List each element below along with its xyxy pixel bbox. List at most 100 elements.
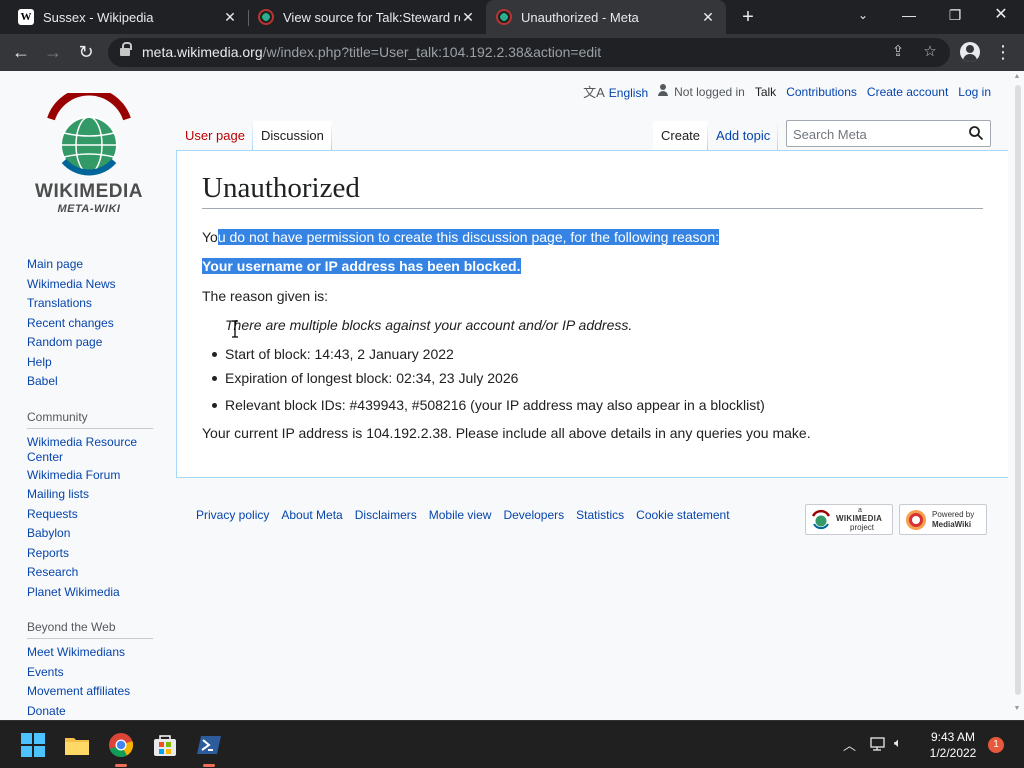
footer-cookie-statement[interactable]: Cookie statement	[636, 508, 729, 522]
clock-date: 1/2/2022	[929, 746, 977, 760]
sidebar-item-babel[interactable]: Babel	[27, 374, 167, 394]
reason-label: The reason given is:	[202, 288, 329, 304]
search-input[interactable]	[793, 125, 963, 143]
wikimedia-logo-icon	[811, 509, 831, 530]
personal-tools: 文A English Not logged in Talk Contributio…	[573, 82, 991, 101]
sidebar-item-movement-affiliates[interactable]: Movement affiliates	[27, 684, 167, 704]
permission-message: You do not have permission to create thi…	[202, 229, 720, 245]
sidebar-item-translations[interactable]: Translations	[27, 296, 167, 316]
reload-icon[interactable]: ↻	[73, 39, 99, 65]
terminal-taskbar-button[interactable]	[194, 730, 224, 767]
log-in-link[interactable]: Log in	[958, 85, 991, 99]
sidebar-item-resource-center[interactable]: Wikimedia Resource Center	[27, 435, 167, 468]
sidebar-item-help[interactable]: Help	[27, 355, 167, 375]
scroll-down-arrow-icon[interactable]: ▼	[1012, 705, 1022, 715]
tab-title: Unauthorized - Meta	[521, 9, 639, 25]
language-selector[interactable]: 文A English	[583, 82, 648, 101]
tab-create[interactable]: Create	[653, 121, 709, 151]
sidebar-item-random-page[interactable]: Random page	[27, 335, 167, 355]
chrome-icon	[109, 733, 134, 758]
contributions-link[interactable]: Contributions	[786, 85, 857, 99]
tab-search-chevron-icon[interactable]: ⌄	[840, 0, 886, 34]
sidebar-item-events[interactable]: Events	[27, 665, 167, 685]
sidebar-item-meet-wikimedians[interactable]: Meet Wikimedians	[27, 645, 167, 665]
sidebar-item-research[interactable]: Research	[27, 565, 167, 585]
forward-arrow-icon[interactable]: →	[40, 39, 66, 65]
footer-privacy-policy[interactable]: Privacy policy	[196, 508, 269, 522]
system-clock[interactable]: 9:43 AM 1/2/2022	[918, 729, 988, 761]
lock-icon[interactable]	[120, 42, 132, 58]
sidebar-heading-community: Community	[27, 410, 153, 429]
more-menu-icon[interactable]: ⋮	[994, 39, 1012, 65]
namespace-tabs: User page Discussion	[177, 121, 332, 151]
close-tab-icon[interactable]: ✕	[460, 9, 476, 26]
windows-start-icon[interactable]	[18, 730, 48, 760]
sidebar-item-donate[interactable]: Donate	[27, 704, 167, 721]
sidebar-item-recent-changes[interactable]: Recent changes	[27, 316, 167, 336]
close-tab-icon[interactable]: ✕	[222, 9, 238, 26]
language-link[interactable]: English	[609, 86, 648, 100]
show-hidden-icons-chevron-icon[interactable]: ︿	[843, 735, 856, 754]
chrome-taskbar-button[interactable]	[106, 730, 136, 767]
browser-tab-unauthorized[interactable]: Unauthorized - Meta ✕	[486, 0, 726, 34]
address-bar[interactable]: meta.wikimedia.org/w/index.php?title=Use…	[108, 38, 950, 67]
list-item-block-ids: Relevant block IDs: #439943, #508216 (yo…	[210, 396, 765, 414]
translate-icon: 文A	[583, 85, 605, 100]
sidebar-item-mailing-lists[interactable]: Mailing lists	[27, 487, 167, 507]
bookmark-star-icon[interactable]: ☆	[920, 42, 940, 62]
sidebar-item-main-page[interactable]: Main page	[27, 257, 167, 277]
scroll-up-arrow-icon[interactable]: ▲	[1012, 73, 1022, 83]
share-icon[interactable]: ⇪	[888, 42, 908, 62]
web-page: WIKIMEDIA META-WIKI Main page Wikimedia …	[0, 71, 1024, 720]
new-tab-icon[interactable]: +	[738, 4, 758, 30]
sidebar-item-reports[interactable]: Reports	[27, 546, 167, 566]
logo-subtitle: META-WIKI	[57, 203, 121, 215]
profile-avatar-icon[interactable]	[960, 42, 980, 62]
tab-title: View source for Talk:Steward requ	[283, 9, 460, 25]
view-tabs: Create Add topic	[653, 121, 779, 151]
sidebar-item-wikimedia-forum[interactable]: Wikimedia Forum	[27, 468, 167, 488]
footer-about-meta[interactable]: About Meta	[281, 508, 342, 522]
restore-window-icon[interactable]: ❐	[932, 0, 978, 34]
scrollbar-thumb[interactable]	[1015, 85, 1021, 695]
clock-time: 9:43 AM	[930, 730, 976, 744]
close-tab-icon[interactable]: ✕	[700, 9, 716, 26]
ip-address-note: Your current IP address is 104.192.2.38.…	[202, 425, 811, 441]
sidebar-item-planet-wikimedia[interactable]: Planet Wikimedia	[27, 585, 167, 605]
sidebar-item-babylon[interactable]: Babylon	[27, 526, 167, 546]
wikimedia-globe-icon	[47, 87, 131, 176]
browser-tab-sussex[interactable]: W Sussex - Wikipedia ✕	[8, 0, 248, 34]
sidebar-heading-beyond-the-web: Beyond the Web	[27, 620, 153, 639]
browser-tab-view-source[interactable]: View source for Talk:Steward requ ✕	[248, 0, 486, 34]
url-text[interactable]: meta.wikimedia.org/w/index.php?title=Use…	[142, 44, 601, 60]
back-arrow-icon[interactable]: ←	[8, 39, 34, 65]
footer-disclaimers[interactable]: Disclaimers	[355, 508, 417, 522]
browser-toolbar: ← → ↻ meta.wikimedia.org/w/index.php?tit…	[0, 34, 1024, 71]
network-icon[interactable]	[870, 736, 888, 752]
tab-user-page[interactable]: User page	[177, 121, 253, 151]
create-account-link[interactable]: Create account	[867, 85, 948, 99]
sidebar-item-wikimedia-news[interactable]: Wikimedia News	[27, 277, 167, 297]
tab-add-topic[interactable]: Add topic	[708, 121, 779, 151]
notification-count-badge[interactable]: 1	[988, 737, 1004, 753]
site-logo[interactable]: WIKIMEDIA META-WIKI	[26, 87, 152, 218]
list-item-block-start: Start of block: 14:43, 2 January 2022	[210, 345, 765, 363]
talk-link[interactable]: Talk	[755, 85, 776, 99]
close-window-icon[interactable]: ✕	[978, 0, 1024, 34]
search-icon[interactable]	[969, 126, 983, 140]
wikimedia-project-badge[interactable]: a WIKIMEDIA project	[805, 504, 893, 535]
volume-icon[interactable]: 🔈︎	[894, 735, 902, 751]
minimize-icon[interactable]: —	[886, 0, 932, 34]
sidebar-item-requests[interactable]: Requests	[27, 507, 167, 527]
sidebar-navigation: Main page Wikimedia News Translations Re…	[27, 257, 167, 720]
footer-developers[interactable]: Developers	[503, 508, 564, 522]
powered-by-mediawiki-badge[interactable]: Powered by MediaWiki	[899, 504, 987, 535]
footer-links: Privacy policy About Meta Disclaimers Mo…	[196, 508, 742, 522]
file-explorer-icon[interactable]	[62, 730, 92, 760]
footer-statistics[interactable]: Statistics	[576, 508, 624, 522]
tab-discussion[interactable]: Discussion	[252, 121, 332, 151]
microsoft-store-icon[interactable]	[150, 730, 180, 760]
footer-mobile-view[interactable]: Mobile view	[429, 508, 492, 522]
logo-wordmark: WIKIMEDIA	[35, 181, 143, 202]
page-title: Unauthorized	[202, 168, 983, 209]
